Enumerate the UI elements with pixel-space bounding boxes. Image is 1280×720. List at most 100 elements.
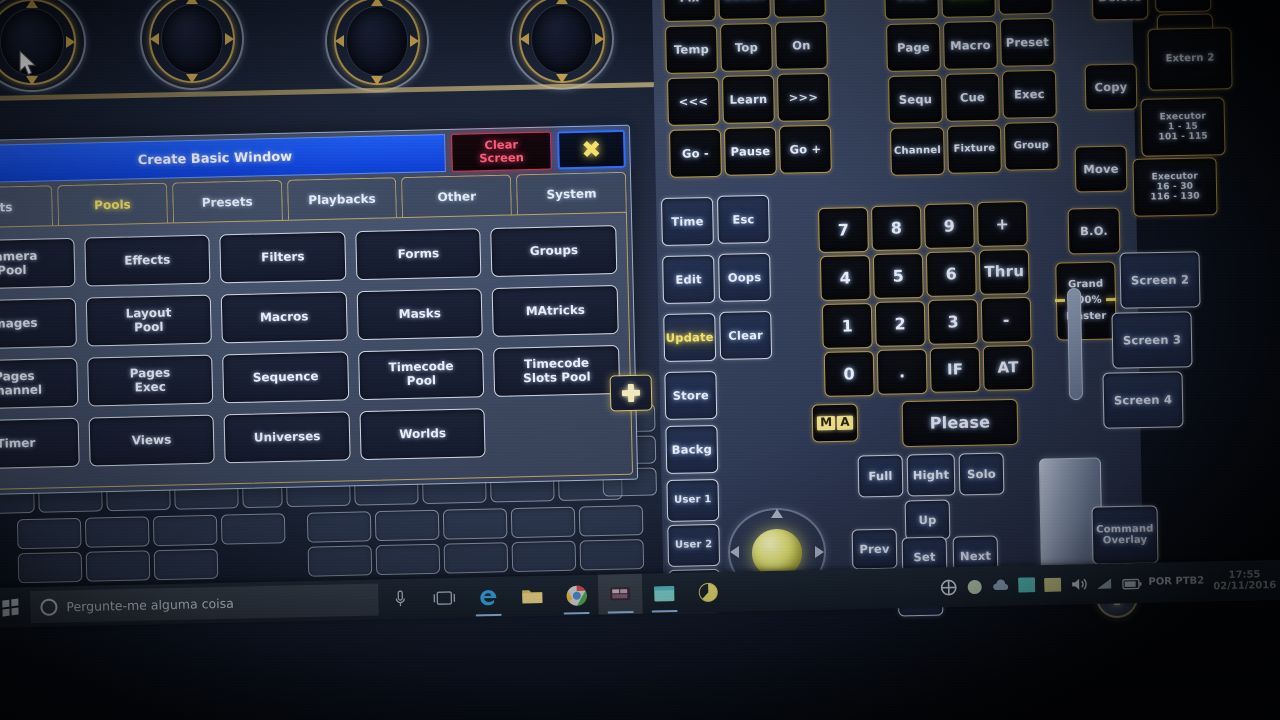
key-executor-16-30[interactable]: Executor 16 - 30 116 - 130 [1132,157,1218,217]
key-esc[interactable]: Esc [716,194,770,244]
trackball-arrow-right-icon[interactable] [815,546,824,558]
key-screen-4[interactable]: Screen 4 [1102,371,1184,429]
pool-button-timecode-slots[interactable]: Timecode Slots Pool [493,345,621,397]
pool-button-worlds[interactable]: Worlds [359,408,487,461]
pool-cell[interactable] [85,550,151,582]
encoder-arrow-up-icon[interactable] [26,0,38,8]
key-screen-3[interactable]: Screen 3 [1111,311,1193,369]
window-icon[interactable] [642,573,687,614]
key-store[interactable]: Store [664,370,718,420]
teal-app-icon[interactable] [1018,576,1036,594]
key-macro[interactable]: Macro [942,20,998,70]
pool-button-groups[interactable]: Groups [490,225,618,277]
microphone-icon[interactable] [378,579,423,620]
encoder-arrow-down-icon[interactable] [371,75,383,85]
pool-button-masks[interactable]: Masks [356,288,484,341]
pool-button-matricks[interactable]: MAtricks [492,285,619,337]
key-extern-2[interactable]: Extern 2 [1147,27,1233,91]
clear-screen-button[interactable]: Clear Screen [450,131,552,172]
pool-button-images[interactable]: Images [0,297,77,350]
key-select[interactable]: Select [717,0,771,20]
edge-icon[interactable] [466,577,511,618]
grand-master-fader[interactable] [1066,287,1084,401]
close-icon[interactable]: ✖ [556,129,626,170]
key-clear[interactable]: Clear [719,310,773,360]
encoder-wheel-4[interactable] [510,0,614,90]
volume-icon[interactable] [1070,576,1088,593]
encoder-knob[interactable] [160,4,224,74]
key-exec[interactable]: Exec [1001,69,1057,119]
pool-cell[interactable] [510,506,576,539]
pool-button-effects[interactable]: Effects [83,234,211,287]
app-icon[interactable] [686,572,731,613]
start-button[interactable] [0,598,31,617]
pool-cell[interactable] [307,545,373,577]
encoder-knob[interactable] [345,6,409,76]
pool-button-filters[interactable]: Filters [219,231,347,284]
pool-cell[interactable] [374,509,440,542]
key-2[interactable]: 2 [874,300,926,347]
tab-system[interactable]: System [516,171,627,215]
file-explorer-icon[interactable] [510,576,555,617]
key-oops[interactable]: Oops [718,252,771,302]
key-command-overlay[interactable]: Command Overlay [1091,505,1159,565]
key-full[interactable]: Full [857,454,904,498]
key-sequ[interactable]: Sequ [887,74,943,124]
tab-playbacks[interactable]: Playbacks [286,177,398,220]
pool-button-universes[interactable]: Universes [223,411,351,464]
pool-button-timecode-pool[interactable]: Timecode Pool [357,348,485,401]
task-view-icon[interactable] [422,578,467,619]
pool-cell[interactable] [153,548,219,581]
pool-cell[interactable] [578,505,644,537]
onedrive-icon[interactable] [966,578,983,595]
key-page[interactable]: Page [885,22,941,72]
key-screen-2[interactable]: Screen 2 [1119,251,1201,309]
key-prev[interactable]: Prev [851,528,898,570]
pool-button-pages-exec[interactable]: Pages Exec [86,354,214,407]
key-up[interactable]: Up [904,499,951,541]
key-9[interactable]: 9 [923,203,975,249]
key-goto[interactable]: Goto [997,0,1053,15]
key-cue[interactable]: Cue [944,72,1000,122]
pool-cell[interactable] [220,513,286,545]
key-6[interactable]: 6 [925,250,977,297]
pool-button-pages-channel[interactable]: Pages Channel [0,357,78,410]
key-plus[interactable]: + [976,200,1028,247]
search-input[interactable]: Pergunte-me alguma coisa [30,583,379,624]
pool-button-camera-pool[interactable]: Camera Pool [0,237,76,290]
key-0[interactable]: 0 [823,350,875,397]
key-4[interactable]: 4 [819,255,871,301]
key-group[interactable]: Group [1003,121,1059,171]
pool-cell[interactable] [579,539,645,571]
key-top[interactable]: Top [719,22,773,72]
key-thru[interactable]: Thru [978,248,1030,295]
key-1[interactable]: 1 [821,302,873,349]
key-7[interactable]: 7 [818,207,869,253]
encoder-wheel-1[interactable] [0,0,86,92]
key-prev-page[interactable]: <<< [666,76,720,126]
tab-sheets[interactable]: heets [0,185,54,229]
pool-cell[interactable] [17,551,83,584]
key-move[interactable]: Move [1074,145,1128,193]
encoder-arrow-right-icon[interactable] [409,35,419,47]
ma-onpc-icon[interactable] [597,573,643,615]
encoder-wheel-3[interactable] [325,0,429,92]
key-solo[interactable]: Solo [958,452,1005,496]
key-hight[interactable]: Hight [906,453,956,497]
key-5[interactable]: 5 [872,252,924,299]
tab-other[interactable]: Other [401,174,513,218]
battery-icon[interactable] [1122,574,1142,591]
key-fixture[interactable]: Fixture [946,124,1002,174]
pool-cell[interactable] [84,516,150,548]
key-channel[interactable]: Channel [889,126,945,176]
encoder-arrow-right-icon[interactable] [66,36,76,48]
key-time[interactable]: Time [661,197,714,246]
encoder-arrow-down-icon[interactable] [556,73,568,83]
pool-button-forms[interactable]: Forms [355,228,482,281]
encoder-arrow-left-icon[interactable] [520,33,530,45]
key-blank-top-1[interactable] [1154,0,1212,13]
key-update[interactable]: Update [663,312,717,362]
encoder-arrow-left-icon[interactable] [335,35,345,47]
pool-cell[interactable] [306,511,372,543]
pool-cell[interactable] [16,517,82,550]
